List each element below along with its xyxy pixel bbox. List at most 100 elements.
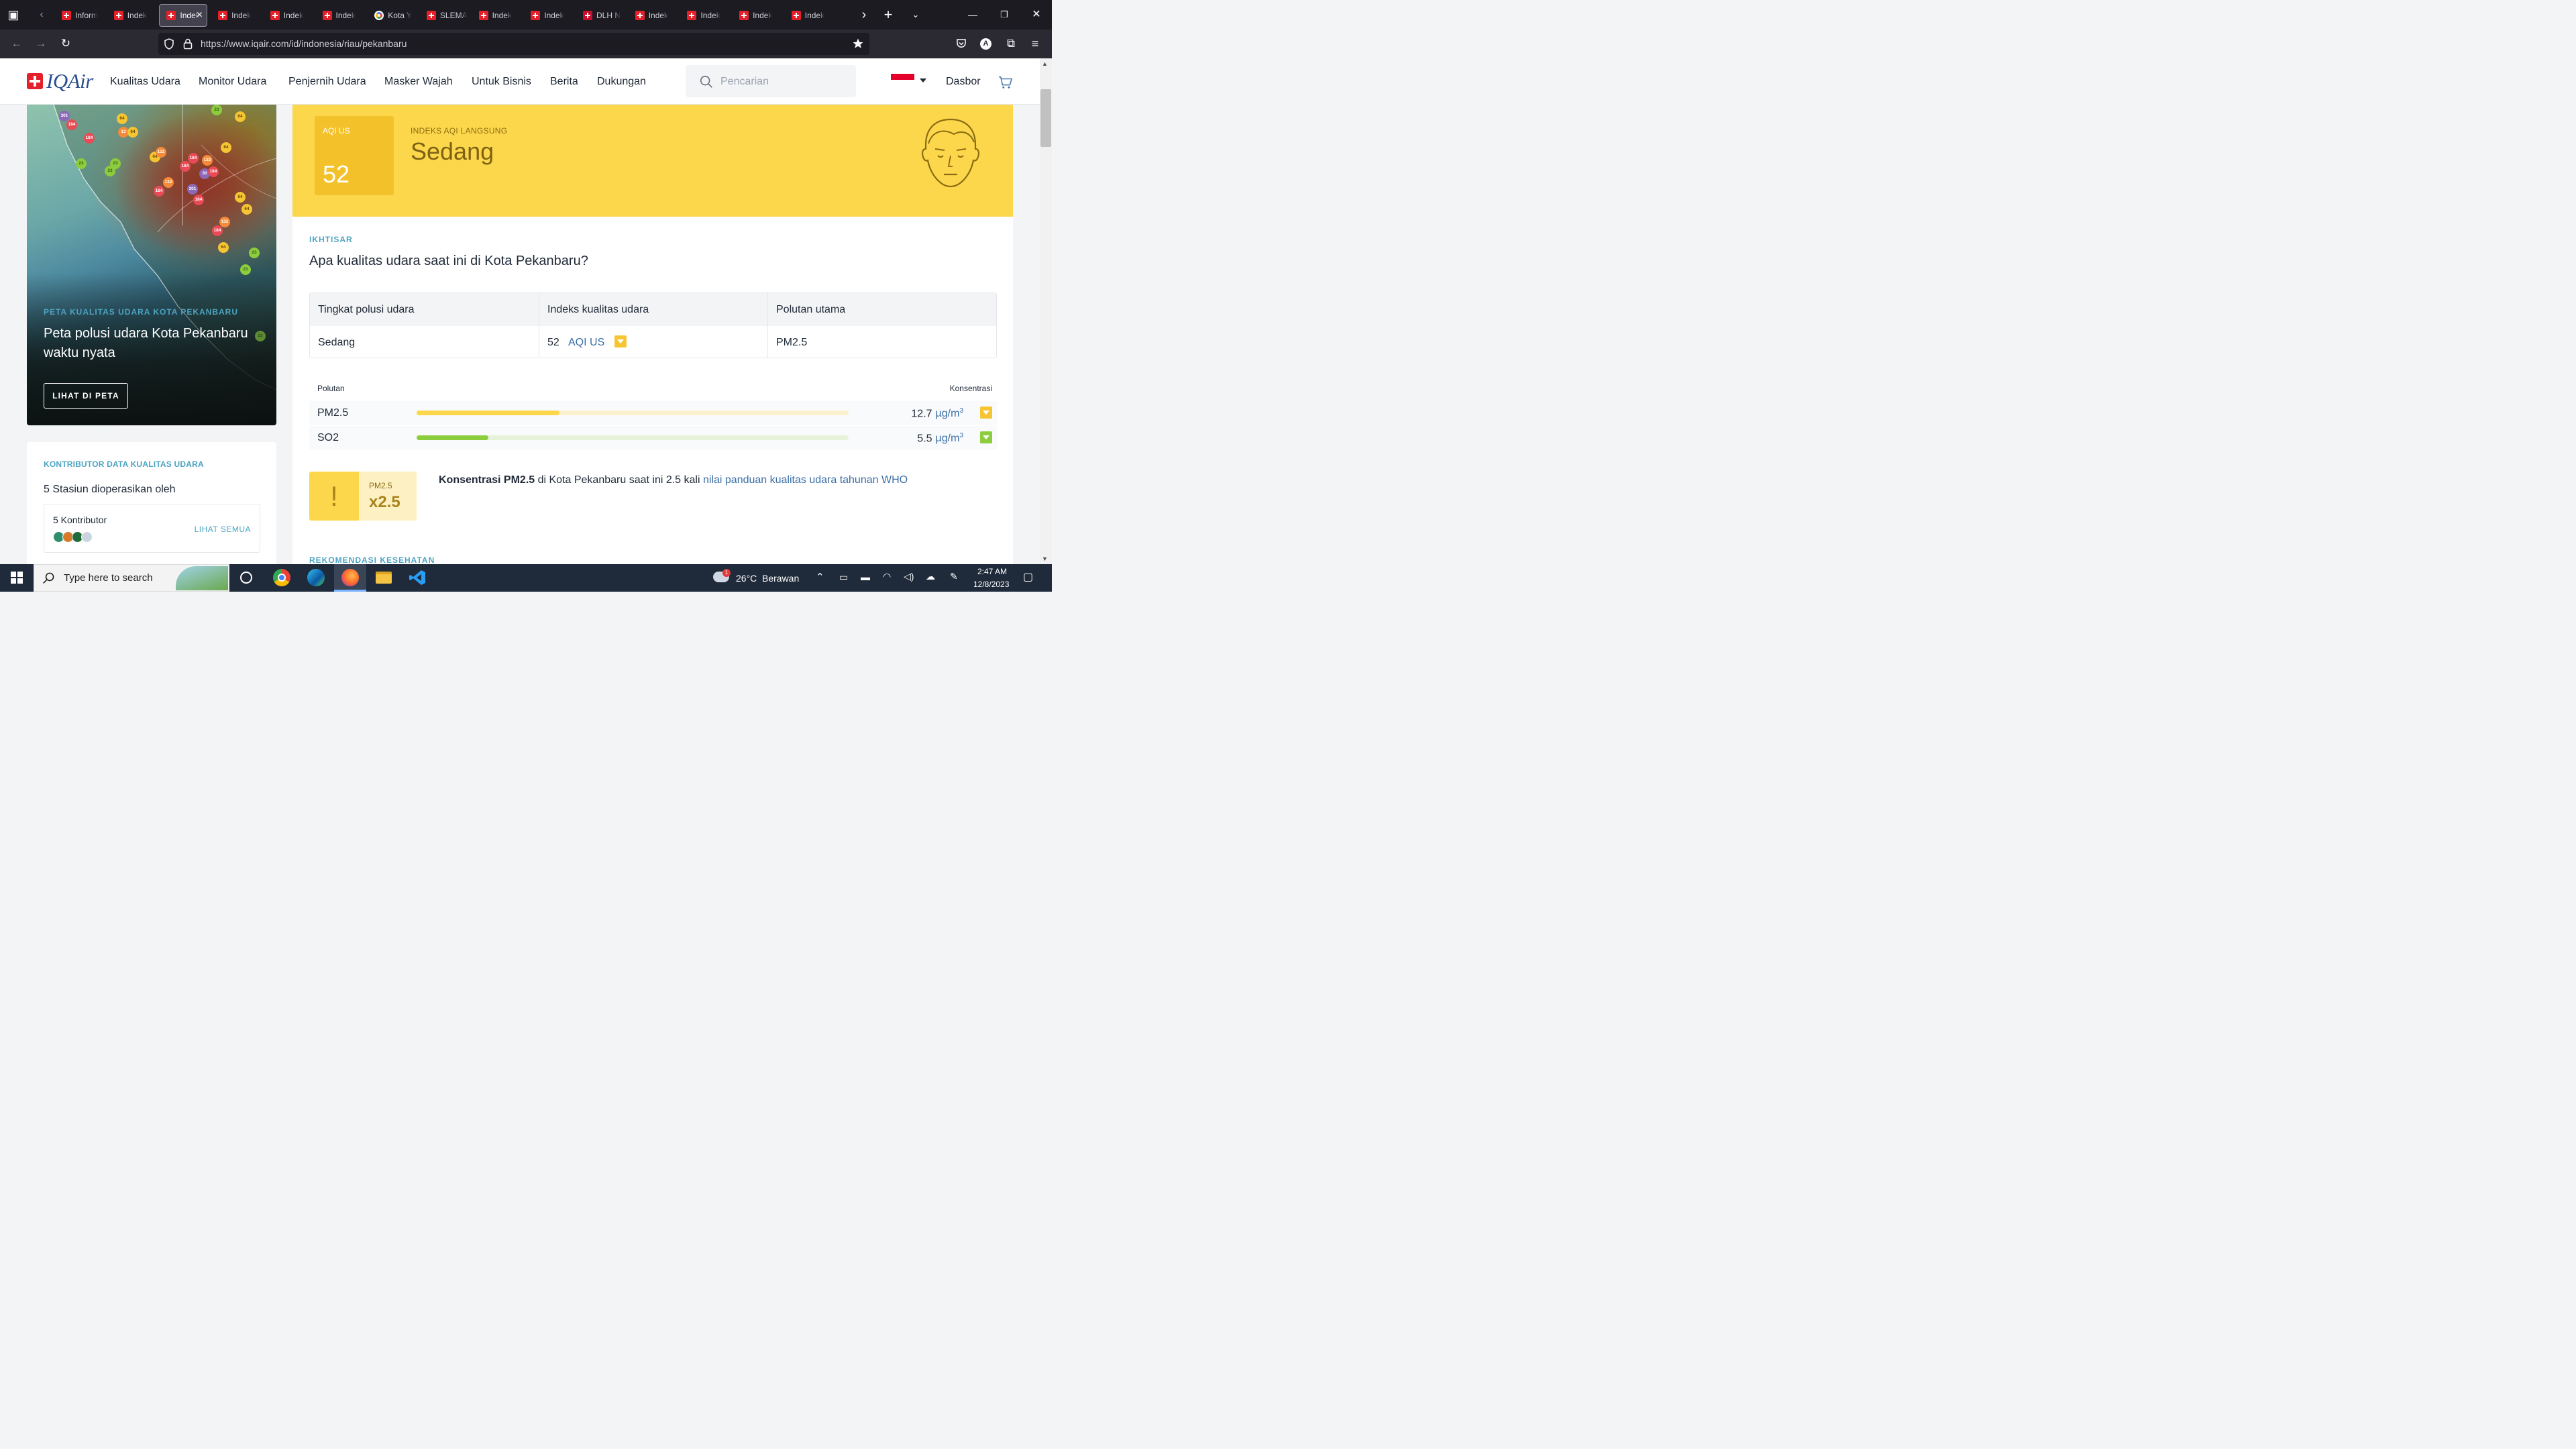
file-explorer-app-icon[interactable] [374,568,394,588]
nav-monitor-udara[interactable]: Monitor Udara [199,76,266,88]
scroll-down-icon[interactable]: ▼ [1042,555,1048,562]
weather-temp[interactable]: 26°C [736,573,757,584]
map-aqi-marker[interactable]: 64 [235,111,246,122]
volume-icon[interactable]: ◁) [904,571,914,582]
map-aqi-marker[interactable]: 23 [249,248,260,258]
map-aqi-marker[interactable]: 132 [202,155,213,166]
map-aqi-marker[interactable]: 184 [188,153,199,164]
windows-start-icon[interactable] [11,572,23,584]
list-all-tabs-icon[interactable]: ⌄ [906,0,926,30]
url-text[interactable]: https://www.iqair.com/id/indonesia/riau/… [201,38,407,49]
map-aqi-marker[interactable]: 184 [154,186,164,197]
see-all-contributors-link[interactable]: LIHAT SEMUA [195,525,251,534]
browser-tab[interactable]: Indek ✕ [159,4,208,27]
vscode-app-icon[interactable] [407,568,427,588]
minimize-window-icon[interactable]: — [963,0,983,30]
reload-icon[interactable]: ↻ [57,35,74,52]
task-view-icon[interactable] [240,572,252,584]
browser-tab[interactable]: Indek [472,4,522,27]
tab-overview-icon[interactable]: ▣ [3,0,23,30]
nav-berita[interactable]: Berita [550,76,578,88]
contributor-avatar[interactable] [81,531,93,543]
browser-tab[interactable]: Indek [629,4,678,27]
scrollbar-thumb[interactable] [1040,89,1051,147]
close-tab-icon[interactable]: ✕ [196,10,203,19]
clock-date[interactable]: 12/8/2023 [973,580,1009,589]
map-aqi-marker[interactable]: 23 [240,264,251,275]
back-icon[interactable]: ← [8,35,25,52]
nav-kualitas-udara[interactable]: Kualitas Udara [110,76,180,88]
browser-tab[interactable]: Indek [211,4,261,27]
pollutant-expand-icon[interactable] [980,431,992,443]
lock-icon[interactable] [183,38,193,50]
battery-icon[interactable]: ▬ [861,572,870,582]
map-aqi-marker[interactable]: 184 [193,195,204,205]
map-aqi-marker[interactable]: 23 [110,158,121,169]
map-aqi-marker[interactable]: 184 [84,133,95,144]
nav-masker-wajah[interactable]: Masker Wajah [384,76,453,88]
cart-icon[interactable] [998,76,1013,89]
view-on-map-button[interactable]: LIHAT DI PETA [44,383,128,409]
forward-icon[interactable]: → [32,35,50,52]
map-aqi-marker[interactable]: 132 [219,217,230,227]
browser-tab[interactable]: Indek [107,4,157,27]
map-aqi-marker[interactable]: 64 [221,142,231,153]
tab-scroll-right-icon[interactable]: › [854,0,874,30]
wifi-icon[interactable]: ◠ [883,571,891,582]
map-aqi-marker[interactable]: 184 [66,119,77,130]
browser-tab[interactable]: Indek [524,4,574,27]
scroll-up-icon[interactable]: ▲ [1042,60,1048,67]
browser-tab[interactable]: Kota Y [368,4,417,27]
tracking-shield-icon[interactable] [164,38,174,50]
map-aqi-marker[interactable]: 64 [127,127,138,138]
browser-tab[interactable]: Indek [316,4,366,27]
pocket-icon[interactable] [955,38,967,50]
browser-tab[interactable]: Inform [55,4,105,27]
map-aqi-marker[interactable]: 64 [218,242,229,253]
aqi-dropdown-icon[interactable] [614,335,627,347]
nav-dukungan[interactable]: Dukungan [597,76,646,88]
indonesia-flag-icon[interactable] [891,74,914,86]
firefox-app-icon[interactable] [340,568,360,588]
pen-icon[interactable]: ✎ [950,571,958,582]
restore-window-icon[interactable]: ❐ [994,0,1014,30]
language-dropdown-icon[interactable] [920,78,926,83]
nav-untuk-bisnis[interactable]: Untuk Bisnis [472,76,531,88]
onedrive-icon[interactable]: ☁ [926,571,935,582]
nav-penjernih-udara[interactable]: Penjernih Udara [288,76,366,88]
notifications-icon[interactable]: ▢ [1023,570,1033,584]
map-aqi-marker[interactable]: 184 [208,166,219,177]
map-aqi-marker[interactable]: 184 [180,161,191,172]
iqair-logo[interactable]: IQAir [27,70,93,91]
map-aqi-marker[interactable]: 23 [76,158,87,169]
weather-text[interactable]: Berawan [762,573,799,584]
pollutant-expand-icon[interactable] [980,407,992,419]
map-aqi-marker[interactable]: 64 [235,192,246,203]
map-aqi-marker[interactable]: 132 [156,147,166,158]
edge-app-icon[interactable] [306,568,326,588]
map-aqi-marker[interactable]: 132 [163,177,174,188]
browser-tab[interactable]: Indek [785,4,835,27]
map-aqi-marker[interactable]: 23 [211,105,222,115]
close-window-icon[interactable]: ✕ [1026,0,1046,30]
app-menu-icon[interactable]: ≡ [1026,35,1044,52]
map-aqi-marker[interactable]: 64 [241,204,252,215]
map-aqi-marker[interactable]: 184 [212,225,223,236]
show-hidden-icons-icon[interactable]: ⌃ [816,571,824,583]
map-aqi-marker[interactable]: 64 [117,113,127,124]
table-cell-aqi-unit[interactable]: AQI US [568,337,604,349]
browser-tab[interactable]: Indek [733,4,782,27]
new-tab-icon[interactable]: + [878,0,898,30]
browser-tab[interactable]: Indek [264,4,313,27]
browser-tab[interactable]: SLEMA [420,4,470,27]
extensions-icon[interactable]: ⧉ [1002,35,1020,52]
who-guideline-link[interactable]: nilai panduan kualitas udara tahunan WHO [703,474,908,486]
search-icon[interactable] [699,74,714,89]
browser-tab[interactable]: DLH N [576,4,626,27]
tab-scroll-left-icon[interactable]: ‹ [32,0,52,30]
browser-tab[interactable]: Indek [680,4,730,27]
map-aqi-marker[interactable]: 301 [187,184,198,195]
chrome-app-icon[interactable] [272,568,292,588]
meet-now-icon[interactable]: ▭ [839,572,848,583]
clock-time[interactable]: 2:47 AM [977,567,1007,576]
